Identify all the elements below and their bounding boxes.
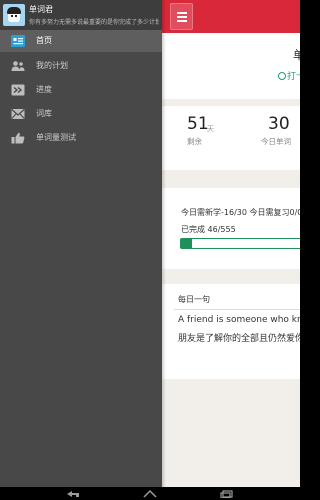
today-task-text: 今日需新学-16/30 今日需复习0/0 <box>181 208 300 217</box>
navigation-drawer: 单词君 你有多努力无需多说最重要的是你完成了多少计划之 首页 我的计划 进度 词… <box>0 0 162 487</box>
sidebar-item-plan[interactable]: 我的计划 <box>0 55 162 77</box>
daily-sentence-chinese: 朋友是了解你的全部且仍然爱你的 <box>178 334 300 344</box>
avatar-eye <box>15 15 17 17</box>
recent-apps-icon[interactable] <box>220 490 234 498</box>
home-card-icon <box>11 35 25 47</box>
today-words-label: 今日单词 <box>261 137 291 146</box>
sidebar-item-wordbank[interactable]: 词库 <box>0 103 162 125</box>
progress-bar <box>180 238 300 249</box>
avatar <box>3 4 25 26</box>
sidebar-item-label: 首页 <box>36 36 52 45</box>
daily-sentence-title: 每日一句 <box>178 295 210 304</box>
days-remaining-value: 51 <box>187 114 209 134</box>
main-content: 单 打卡 51 天 剩余 30 今日单词 今日需新学-16/30 今日需复习0/… <box>162 0 300 487</box>
days-remaining-unit: 天 <box>207 125 214 133</box>
drawer-shadow <box>162 0 166 487</box>
page-title: 单 <box>293 48 300 62</box>
back-icon[interactable] <box>66 490 80 498</box>
progress-bar-fill <box>181 239 192 248</box>
checkin-link[interactable]: 打卡 <box>278 69 300 82</box>
profile-motto: 你有多努力无需多说最重要的是你完成了多少计划之 <box>29 19 159 26</box>
mail-icon <box>11 109 25 119</box>
avatar-eye <box>11 15 13 17</box>
menu-icon <box>177 12 187 14</box>
menu-icon-line <box>177 16 187 18</box>
sidebar-item-label: 单词量测试 <box>36 133 76 142</box>
stats-card: 51 天 剩余 30 今日单词 <box>162 106 300 170</box>
title-card: 单 打卡 <box>162 33 300 99</box>
today-words-value: 30 <box>268 114 290 134</box>
thumbs-up-icon <box>11 132 25 144</box>
menu-button[interactable] <box>170 3 193 30</box>
sidebar-item-home[interactable]: 首页 <box>0 30 162 52</box>
daily-sentence-english: A friend is someone who knows <box>178 315 300 325</box>
app-top-bar <box>162 0 300 33</box>
avatar-hair <box>7 7 21 14</box>
home-icon[interactable] <box>143 490 157 498</box>
menu-icon-line <box>177 20 187 22</box>
daily-sentence-card: 每日一句 A friend is someone who knows 朋友是了解… <box>162 284 300 379</box>
users-icon <box>11 61 25 71</box>
progress-icon <box>11 84 25 96</box>
system-nav-bar <box>0 487 300 500</box>
checkin-label: 打卡 <box>287 72 300 82</box>
profile-name: 单词君 <box>29 5 53 14</box>
progress-card: 今日需新学-16/30 今日需复习0/0 已完成 46/555 <box>162 188 300 269</box>
checkin-icon <box>278 72 286 80</box>
completed-text: 已完成 46/555 <box>181 225 236 234</box>
sidebar-item-label: 进度 <box>36 85 52 94</box>
days-remaining-label: 剩余 <box>187 137 202 146</box>
sidebar-item-label: 词库 <box>36 109 52 118</box>
sidebar-item-label: 我的计划 <box>36 61 68 70</box>
profile-header[interactable]: 单词君 你有多努力无需多说最重要的是你完成了多少计划之 <box>0 0 162 30</box>
sidebar-item-progress[interactable]: 进度 <box>0 79 162 101</box>
divider <box>174 309 300 310</box>
sidebar-item-vocab-test[interactable]: 单词量测试 <box>0 127 162 149</box>
